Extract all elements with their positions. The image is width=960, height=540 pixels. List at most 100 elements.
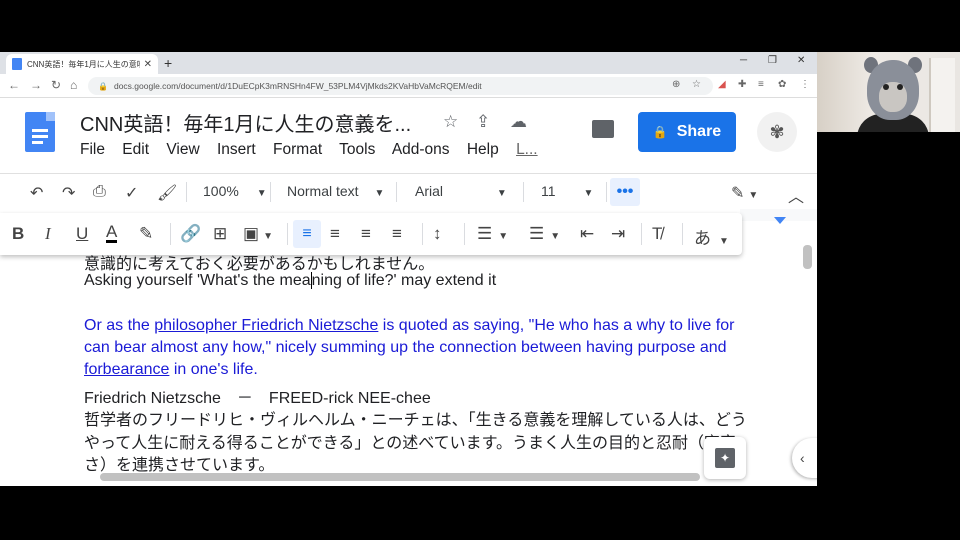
collapse-menus-icon[interactable]: ︿: [788, 183, 804, 207]
back-icon[interactable]: ←: [8, 78, 20, 92]
menu-last-edit[interactable]: L...: [516, 141, 538, 158]
forbearance-link[interactable]: forbearance: [84, 361, 169, 378]
underline-button[interactable]: U: [76, 224, 88, 244]
increase-indent-icon[interactable]: ⇥: [611, 224, 625, 244]
horizontal-scrollbar[interactable]: [100, 473, 700, 481]
redo-icon[interactable]: ↷: [62, 183, 75, 203]
explore-sparkle-icon: ✦: [715, 448, 735, 468]
zoom-icon[interactable]: ⊕: [672, 79, 680, 90]
menu-file[interactable]: File: [80, 141, 105, 158]
explore-button[interactable]: ✦: [704, 437, 746, 479]
vertical-scrollbar[interactable]: [803, 245, 812, 269]
close-tab-icon[interactable]: ✕: [144, 59, 152, 70]
nietzsche-link[interactable]: philosopher Friedrich Nietzsche: [154, 317, 378, 334]
insert-image-icon[interactable]: ▣ ▼: [243, 224, 273, 244]
style-select[interactable]: Normal text ▼: [287, 183, 384, 199]
menu-edit[interactable]: Edit: [122, 141, 149, 158]
print-icon[interactable]: ⎙: [93, 183, 106, 201]
lock-icon: 🔒: [652, 125, 668, 139]
editing-mode-icon[interactable]: ✎ ▼: [731, 183, 758, 203]
undo-icon[interactable]: ↶: [30, 183, 43, 203]
docs-logo-icon[interactable]: [25, 112, 55, 152]
align-right-icon[interactable]: ≡: [361, 224, 371, 244]
menu-bar: File Edit View Insert Format Tools Add-o…: [80, 141, 551, 159]
align-center-icon[interactable]: ≡: [330, 224, 340, 244]
paint-format-icon[interactable]: 🖌: [157, 183, 177, 203]
minimize-icon[interactable]: ─: [740, 55, 747, 66]
profile-icon[interactable]: ✿: [778, 79, 786, 90]
move-folder-icon[interactable]: ⇪: [476, 112, 490, 132]
bold-button[interactable]: B: [12, 224, 24, 244]
comment-icon[interactable]: [592, 120, 614, 138]
home-icon[interactable]: ⌂: [70, 78, 77, 92]
menu-addons[interactable]: Add-ons: [392, 141, 450, 158]
doc-pronunciation-line: Friedrich Nietzsche － FREED-rick NEE-che…: [84, 390, 431, 407]
share-button[interactable]: 🔒 Share: [638, 112, 736, 152]
bookmark-star-icon[interactable]: ☆: [692, 79, 701, 90]
star-icon[interactable]: ☆: [443, 112, 458, 132]
lock-icon: 🔒: [98, 82, 108, 91]
doc-paragraph-2-line-2: can bear almost any how," nicely summing…: [84, 339, 727, 356]
side-panel-toggle[interactable]: ‹: [792, 438, 817, 478]
tab-title: CNN英語！毎年1月に人生の意味を: [27, 59, 140, 69]
menu-tools[interactable]: Tools: [339, 141, 375, 158]
more-options-button[interactable]: •••: [610, 178, 640, 206]
url-text: docs.google.com/document/d/1DuECpK3mRNSH…: [113, 81, 482, 91]
align-left-icon[interactable]: ≡: [293, 220, 321, 248]
cloud-status-icon[interactable]: ☁: [510, 112, 527, 132]
decrease-indent-icon[interactable]: ⇤: [580, 224, 594, 244]
input-tools-button[interactable]: あ ▼: [694, 224, 729, 249]
avatar[interactable]: ✾: [757, 112, 797, 152]
justify-icon[interactable]: ≡: [392, 224, 402, 244]
doc-japanese-line-1: 哲学者のフリードリヒ・ヴィルヘルム・ニーチェは、「生きる意義を理解している人は、…: [84, 412, 747, 429]
doc-japanese-line-2: やって人生に耐える得ることができる」との述べています。うまく人生の目的と忍耐（寛…: [84, 435, 737, 452]
chevron-down-icon: ▼: [496, 188, 507, 199]
doc-japanese-line-3: さ）を連携させています。: [84, 457, 275, 474]
restore-icon[interactable]: ❐: [768, 55, 777, 66]
close-window-icon[interactable]: ✕: [797, 55, 805, 66]
highlight-icon[interactable]: ✎: [139, 224, 153, 244]
new-tab-icon[interactable]: +: [164, 54, 172, 72]
url-input[interactable]: 🔒 docs.google.com/document/d/1DuECpK3mRNS…: [88, 77, 713, 95]
doc-paragraph-2-line-1: Or as the philosopher Friedrich Nietzsch…: [84, 317, 735, 334]
docs-favicon-icon: [12, 58, 22, 70]
menu-view[interactable]: View: [166, 141, 199, 158]
tab-strip: CNN英語！毎年1月に人生の意味を ✕ + ─ ❐ ✕: [0, 52, 817, 74]
link-icon[interactable]: 🔗: [180, 224, 201, 244]
clear-formatting-icon[interactable]: T̸: [652, 224, 662, 244]
browser-tab[interactable]: CNN英語！毎年1月に人生の意味を ✕: [6, 54, 158, 74]
bulleted-list-icon[interactable]: ☰ ▼: [529, 224, 560, 244]
numbered-list-icon[interactable]: ☰ ▼: [477, 224, 508, 244]
kebab-menu-icon[interactable]: ⋮: [800, 79, 810, 90]
media-icon[interactable]: ≡: [758, 79, 764, 90]
chevron-left-icon: ‹: [800, 450, 805, 466]
indent-marker-icon[interactable]: [774, 217, 786, 224]
font-select[interactable]: Arial ▼: [415, 183, 507, 199]
menu-insert[interactable]: Insert: [217, 141, 256, 158]
add-comment-icon[interactable]: ⊞: [213, 224, 227, 244]
spellcheck-icon[interactable]: ✓: [125, 183, 138, 203]
text-color-button[interactable]: A: [106, 223, 118, 243]
chevron-down-icon: ▼: [374, 188, 385, 199]
menu-help[interactable]: Help: [467, 141, 499, 158]
menu-format[interactable]: Format: [273, 141, 322, 158]
chevron-down-icon: ▼: [256, 188, 267, 199]
doc-paragraph-2-line-3: forbearance in one's life.: [84, 361, 258, 378]
extension-icon[interactable]: ◢: [718, 79, 726, 90]
chevron-down-icon: ▼: [583, 188, 594, 199]
screen: CNN英語！毎年1月に人生の意味を ✕ + ─ ❐ ✕ ← → ↻ ⌂ 🔒 doc…: [0, 0, 960, 540]
doc-line-2: Asking yourself 'What's the meaning of l…: [84, 272, 497, 290]
zoom-select[interactable]: 100% ▼: [203, 183, 267, 199]
puzzle-extension-icon[interactable]: ✚: [738, 79, 746, 90]
text-cursor: [310, 272, 312, 290]
reload-icon[interactable]: ↻: [51, 78, 61, 92]
italic-button[interactable]: I: [45, 224, 51, 244]
font-size-select[interactable]: 11 ▼: [541, 183, 593, 199]
main-toolbar: ↶ ↷ ⎙ ✓ 🖌 100% ▼ Normal text ▼ Arial ▼ 1…: [0, 173, 817, 209]
share-label: Share: [676, 123, 722, 140]
document-title[interactable]: CNN英語！毎年1月に人生の意義を...: [80, 108, 411, 137]
forward-icon[interactable]: →: [30, 78, 42, 92]
webcam-feed: [817, 52, 960, 132]
browser-window: CNN英語！毎年1月に人生の意味を ✕ + ─ ❐ ✕ ← → ↻ ⌂ 🔒 doc…: [0, 52, 817, 486]
line-spacing-icon[interactable]: ↕: [433, 224, 442, 244]
